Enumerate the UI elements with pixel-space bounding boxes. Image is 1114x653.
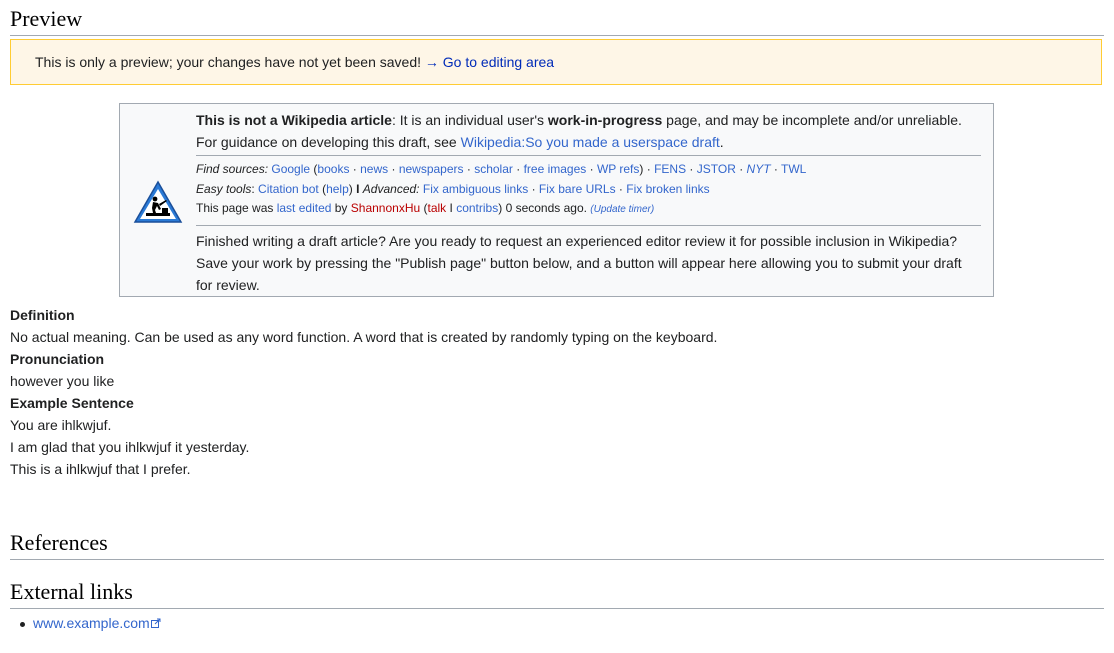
finished-draft-text: Finished writing a draft article? Are yo… bbox=[196, 232, 962, 293]
draft-notice-box: This is not a Wikipedia article: It is a… bbox=[119, 103, 994, 297]
source-wp-refs-link[interactable]: WP refs bbox=[597, 162, 639, 176]
fix-bare-urls-link[interactable]: Fix bare URLs bbox=[539, 182, 616, 196]
source-twl-link[interactable]: TWL bbox=[781, 162, 806, 176]
last-edited-link[interactable]: last edited bbox=[277, 201, 332, 215]
source-google-link[interactable]: Google bbox=[271, 162, 310, 176]
citation-bot-link[interactable]: Citation bot bbox=[258, 182, 319, 196]
external-link[interactable]: www.example.com bbox=[33, 615, 150, 631]
find-sources-label: Find sources: bbox=[196, 162, 269, 176]
preview-notice-text: This is only a preview; your changes hav… bbox=[35, 54, 421, 70]
source-news-link[interactable]: news bbox=[360, 162, 388, 176]
source-fens-link[interactable]: FENS bbox=[654, 162, 686, 176]
source-newspapers-link[interactable]: newspapers bbox=[399, 162, 464, 176]
last-edited-text: This page was bbox=[196, 201, 277, 215]
arrow-icon: → bbox=[424, 54, 439, 70]
external-links-heading: External links bbox=[10, 579, 1104, 609]
user-link[interactable]: ShannonxHu bbox=[351, 201, 420, 215]
citation-bot-help-link[interactable]: help bbox=[326, 182, 349, 196]
by-text: by bbox=[331, 201, 351, 215]
source-free-images-link[interactable]: free images bbox=[524, 162, 587, 176]
fix-ambiguous-links-link[interactable]: Fix ambiguous links bbox=[423, 182, 528, 196]
example-sentence: This is a ihlkwjuf that I prefer. bbox=[10, 461, 191, 477]
easy-tools-label: Easy tools bbox=[196, 181, 252, 196]
definition-text: No actual meaning. Can be used as any wo… bbox=[10, 329, 718, 345]
user-talk-link[interactable]: talk bbox=[428, 201, 447, 215]
wip-label: work-in-progress bbox=[547, 112, 663, 128]
example-heading: Example Sentence bbox=[10, 395, 134, 411]
userspace-draft-guidance-link[interactable]: Wikipedia:So you made a userspace draft bbox=[461, 134, 720, 150]
divider bbox=[196, 155, 981, 156]
source-scholar-link[interactable]: scholar bbox=[474, 162, 513, 176]
pronunciation-heading: Pronunciation bbox=[10, 351, 105, 367]
advanced-label: Advanced: bbox=[362, 181, 420, 196]
source-books-link[interactable]: books bbox=[317, 162, 349, 176]
article-content: Definition No actual meaning. Can be use… bbox=[10, 304, 1010, 480]
source-nyt-link[interactable]: NYT bbox=[747, 162, 771, 176]
preview-heading: Preview bbox=[10, 6, 1104, 36]
go-to-editing-link[interactable]: Go to editing area bbox=[443, 54, 554, 70]
external-link-icon bbox=[150, 618, 161, 628]
example-sentence: I am glad that you ihlkwjuf it yesterday… bbox=[10, 439, 250, 455]
under-construction-icon bbox=[133, 180, 183, 223]
definition-heading: Definition bbox=[10, 307, 75, 323]
user-contribs-link[interactable]: contribs bbox=[456, 201, 498, 215]
fix-broken-links-link[interactable]: Fix broken links bbox=[626, 182, 709, 196]
draft-intro-text: This is not a Wikipedia article: It is a… bbox=[196, 112, 962, 150]
pronunciation-text: however you like bbox=[10, 373, 115, 389]
edited-ago-text: 0 seconds ago. bbox=[502, 201, 591, 215]
not-article-label: This is not a Wikipedia article bbox=[196, 112, 392, 128]
find-sources-row: Find sources: Google (books · news · new… bbox=[196, 162, 807, 176]
last-edited-row: This page was last edited by ShannonxHu … bbox=[196, 201, 655, 215]
divider bbox=[196, 224, 981, 226]
easy-tools-row: Easy tools: Citation bot (help) I Advanc… bbox=[196, 181, 710, 196]
list-bullet bbox=[20, 621, 25, 627]
source-jstor-link[interactable]: JSTOR bbox=[697, 162, 736, 176]
preview-notice: This is only a preview; your changes hav… bbox=[10, 39, 1102, 85]
intro-text-1: : It is an individual user's bbox=[391, 112, 548, 128]
references-heading: References bbox=[10, 530, 1104, 560]
update-timer-link[interactable]: (Update timer) bbox=[590, 204, 654, 215]
external-links-list: www.example.com bbox=[20, 612, 161, 634]
example-sentence: You are ihlkwjuf. bbox=[10, 417, 112, 433]
